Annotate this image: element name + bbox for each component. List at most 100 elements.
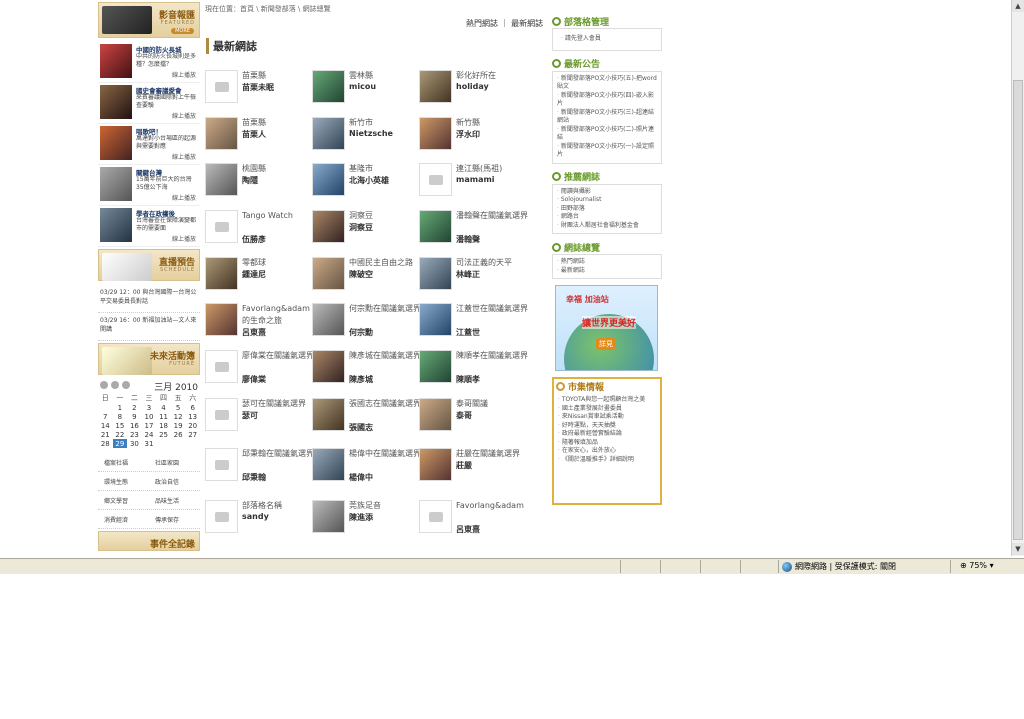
blog-card[interactable]: 何宗勳在關議氣選界 何宗勳 [312, 303, 421, 347]
blog-card[interactable]: 司法正義的天平 林峰正 [419, 257, 525, 301]
schedule-item[interactable]: 03/29 16：00 新福加油站—文人來開講 [98, 313, 200, 341]
hot-blogs-link[interactable]: 熱門網誌 [466, 19, 498, 28]
calendar-day[interactable]: 26 [171, 430, 186, 439]
blog-user[interactable]: 陳彥城 [349, 374, 373, 385]
blog-avatar[interactable] [312, 117, 345, 150]
blog-card[interactable]: 苗栗縣 苗栗人 [205, 117, 311, 161]
sidebar-link[interactable]: 政府最新經營實驗結論 [558, 430, 656, 439]
video-thumbnail[interactable] [100, 208, 132, 242]
blog-card[interactable]: 莞族足音 陳進添 [312, 500, 418, 544]
calendar-day[interactable]: 25 [156, 430, 171, 439]
blog-name[interactable]: 瑟可在關議氣選界 [242, 398, 314, 410]
calendar-day[interactable]: 14 [98, 421, 113, 430]
category-link[interactable]: 消費經濟 [98, 515, 149, 524]
blog-user[interactable]: 潘翰聲 [456, 234, 480, 245]
featured-banner[interactable]: 影音報匯 FEATURED MORE [98, 2, 200, 38]
sidebar-link[interactable]: 熱門網誌 [557, 258, 657, 267]
calendar-day[interactable]: 20 [185, 421, 200, 430]
blog-name[interactable]: Favorlang&adam的生命之旅 [242, 303, 314, 327]
scroll-up-icon[interactable]: ▲ [1012, 0, 1024, 12]
blog-card[interactable]: 張國志在關議氣選界 張國志 [312, 398, 421, 442]
calendar-day[interactable]: 19 [171, 421, 186, 430]
blog-name[interactable]: 新竹縣 [456, 117, 528, 129]
blog-user[interactable]: 江蓋世 [456, 327, 480, 338]
blog-card[interactable]: 彰化好所在 holiday [419, 70, 525, 114]
video-thumbnail[interactable] [100, 44, 132, 78]
blog-user[interactable]: 瑟可 [242, 410, 258, 421]
play-link[interactable]: 線上播放 [172, 234, 196, 243]
blog-avatar[interactable] [419, 398, 452, 431]
blog-avatar[interactable] [312, 350, 345, 383]
blog-user[interactable]: 陳順孝 [456, 374, 480, 385]
video-thumbnail[interactable] [100, 85, 132, 119]
blog-user[interactable]: mamami [456, 175, 495, 184]
blog-avatar[interactable] [205, 210, 238, 243]
sidebar-link[interactable]: 隨著報填加品 [558, 439, 656, 448]
calendar-prev-icon[interactable] [100, 381, 108, 389]
calendar-day[interactable]: 6 [185, 403, 200, 412]
calendar-day[interactable]: 27 [185, 430, 200, 439]
security-zone[interactable]: 網際網路 | 受保護模式: 關閉 [782, 561, 896, 572]
more-button[interactable]: MORE [171, 28, 194, 34]
blog-user[interactable]: 陶隱 [242, 175, 258, 186]
blog-avatar[interactable] [419, 500, 452, 533]
calendar-day[interactable]: 23 [127, 430, 142, 439]
play-link[interactable]: 線上播放 [172, 152, 196, 161]
video-item[interactable]: 學者在政權後 台灣審查在保障演變都市的需要面 線上播放 [98, 206, 200, 247]
blog-name[interactable]: 洞察豆 [349, 210, 421, 222]
blog-avatar[interactable] [419, 448, 452, 481]
blog-avatar[interactable] [205, 350, 238, 383]
calendar-day[interactable]: 12 [171, 412, 186, 421]
video-thumbnail[interactable] [100, 167, 132, 201]
blog-avatar[interactable] [419, 117, 452, 150]
sidebar-link[interactable]: 田野部落 [557, 205, 657, 214]
blog-card[interactable]: 陳彥城在關議氣選界 陳彥城 [312, 350, 421, 394]
calendar-day[interactable]: 4 [156, 403, 171, 412]
blog-avatar[interactable] [312, 448, 345, 481]
calendar-home-icon[interactable] [111, 381, 119, 389]
blog-name[interactable]: 連江縣(馬祖) [456, 163, 528, 175]
breadcrumb[interactable]: 現在位置：首頁 \ 新聞發部落 \ 網誌總覽 [205, 4, 331, 14]
blog-name[interactable]: 陳彥城在關議氣選界 [349, 350, 421, 362]
sidebar-link[interactable]: 網路台 [557, 213, 657, 222]
blog-avatar[interactable] [312, 257, 345, 290]
category-link[interactable]: 社區家園 [149, 458, 200, 467]
video-item[interactable]: 中國的防火長城 中共的防火長城則是多種？怎麼擋？ 線上播放 [98, 42, 200, 83]
blog-avatar[interactable] [312, 210, 345, 243]
calendar-day[interactable]: 9 [127, 412, 142, 421]
blog-avatar[interactable] [419, 257, 452, 290]
blog-avatar[interactable] [312, 163, 345, 196]
sidebar-link[interactable]: 請先登入會員 [561, 35, 653, 44]
ad-details-button[interactable]: 詳見 [596, 338, 616, 350]
blog-user[interactable]: 苗栗人 [242, 129, 266, 140]
category-link[interactable]: 檔案社福 [98, 458, 149, 467]
blog-user[interactable]: 伍勝彥 [242, 234, 266, 245]
blog-avatar[interactable] [419, 210, 452, 243]
blog-card[interactable]: 新竹縣 浮水印 [419, 117, 525, 161]
blog-name[interactable]: 苗栗縣 [242, 117, 314, 129]
calendar-day[interactable]: 29 [112, 439, 128, 448]
blog-avatar[interactable] [419, 350, 452, 383]
video-thumbnail[interactable] [100, 126, 132, 160]
blog-card[interactable]: 邱秉翰在關議氣選界 邱秉翰 [205, 448, 314, 492]
blog-name[interactable]: 雲林縣 [349, 70, 421, 82]
blog-name[interactable]: 楊偉中在關議氣選界 [349, 448, 421, 460]
blog-name[interactable]: 桃園縣 [242, 163, 314, 175]
calendar-day[interactable]: 3 [142, 403, 157, 412]
sidebar-link[interactable]: Solojournalist [557, 196, 657, 205]
category-link[interactable]: 政治自信 [149, 477, 200, 486]
sidebar-link[interactable]: 閱讀與攝影 [557, 188, 657, 197]
blog-avatar[interactable] [312, 70, 345, 103]
blog-name[interactable]: 潘翰聲在關議氣選界 [456, 210, 528, 222]
blog-card[interactable]: 潘翰聲在關議氣選界 潘翰聲 [419, 210, 528, 254]
blog-card[interactable]: Favorlang&adam的生命之旅 呂東熹 [205, 303, 311, 347]
sidebar-link[interactable]: 新聞發部落PO文小技巧(四)-嵌入影片 [557, 92, 657, 109]
blog-card[interactable]: 基隆市 北海小英雄 [312, 163, 418, 207]
vertical-scrollbar[interactable]: ▲ ▼ [1011, 0, 1024, 556]
blog-name[interactable]: Favorlang&adam [456, 500, 528, 512]
blog-name[interactable]: 零都球 [242, 257, 314, 269]
blog-card[interactable]: 莊嚴在關議氣選界 莊嚴 [419, 448, 525, 492]
blog-avatar[interactable] [419, 70, 452, 103]
blog-user[interactable]: 陳進添 [349, 512, 373, 523]
blog-user[interactable]: 苗栗未眠 [242, 82, 274, 93]
